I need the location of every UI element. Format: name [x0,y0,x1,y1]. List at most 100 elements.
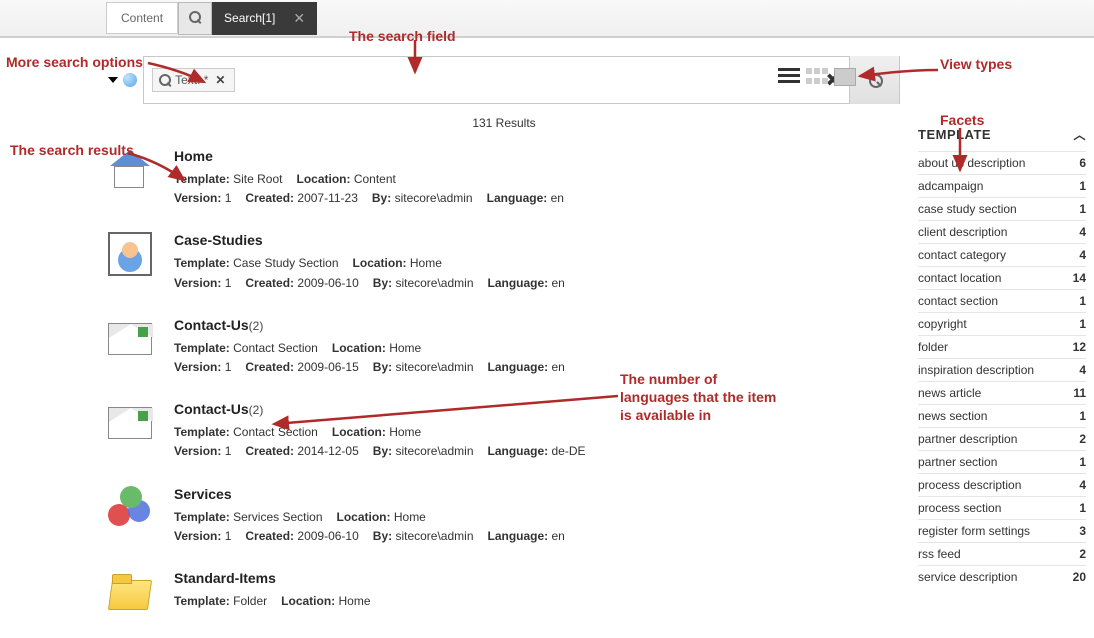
results-count: 131 Results [108,116,900,130]
tab-search-iconbtn[interactable] [178,2,212,35]
result-item[interactable]: Case-Studies Template: Case Study Section… [108,232,900,292]
facet-item[interactable]: contact section1 [918,289,1086,312]
facet-label: contact category [918,248,1006,262]
person-icon [108,232,152,276]
result-title: Contact-Us(2) [174,401,900,417]
facet-label: about us description [918,156,1025,170]
result-item[interactable]: Home Template: Site RootLocation: Content… [108,148,900,208]
facet-label: rss feed [918,547,961,561]
facet-count: 14 [1073,271,1086,285]
more-search-options-toggle[interactable] [108,73,137,87]
result-title: Services [174,486,900,502]
home-icon [108,148,152,192]
facet-item[interactable]: process section 1 [918,496,1086,519]
result-item[interactable]: Contact-Us(2)Template: Contact SectionLo… [108,317,900,377]
top-tab-bar: Content Search[1] ✕ [0,0,1094,38]
facet-item[interactable]: partner description 2 [918,427,1086,450]
circles-icon [108,486,152,530]
facet-label: register form settings [918,524,1030,538]
facet-item[interactable]: case study section1 [918,197,1086,220]
close-icon[interactable]: ✕ [293,10,305,27]
chip-remove-icon[interactable]: ✕ [212,73,228,87]
facet-count: 4 [1079,363,1086,377]
result-item[interactable]: Standard-ItemsTemplate: FolderLocation: … [108,570,900,614]
facet-count: 3 [1079,524,1086,538]
search-button[interactable] [849,56,899,104]
result-item[interactable]: Contact-Us(2) Template: Contact SectionLo… [108,401,900,461]
facet-label: case study section [918,202,1017,216]
facet-count: 1 [1079,501,1086,515]
facet-item[interactable]: adcampaign 1 [918,174,1086,197]
facet-item[interactable]: contact category4 [918,243,1086,266]
facet-label: client description [918,225,1007,239]
result-title: Contact-Us(2) [174,317,900,333]
view-type-switcher [778,68,856,86]
facet-label: service description [918,570,1017,584]
search-input[interactable] [235,57,817,103]
mail-icon [108,407,152,439]
view-grid-button[interactable] [806,68,828,86]
result-meta-line2: Version: 1Created: 2009-06-15By: sitecor… [174,358,900,377]
facet-count: 11 [1073,386,1086,400]
facet-count: 2 [1079,432,1086,446]
facet-header[interactable]: TEMPLATE ︿ [918,126,1086,151]
result-title: Home [174,148,900,164]
tab-search-label: Search[1] [224,11,275,25]
facet-item[interactable]: copyright 1 [918,312,1086,335]
facets-panel: TEMPLATE ︿ about us description6adcampai… [918,56,1086,638]
facet-count: 1 [1079,317,1086,331]
result-meta-line1: Template: Contact SectionLocation: Home [174,423,900,442]
result-meta-line2: Version: 1Created: 2007-11-23By: sitecor… [174,189,900,208]
chip-text: Text: * [175,73,208,87]
facet-item[interactable]: news section 1 [918,404,1086,427]
result-title: Case-Studies [174,232,900,248]
search-icon [159,74,171,86]
tab-content[interactable]: Content [106,2,178,34]
facet-count: 1 [1079,294,1086,308]
facet-count: 4 [1079,478,1086,492]
facet-label: contact location [918,271,1001,285]
folder-icon [108,570,152,614]
result-meta-line1: Template: Site RootLocation: Content [174,170,900,189]
view-card-button[interactable] [834,68,856,86]
facet-item[interactable]: partner section1 [918,450,1086,473]
chevron-up-icon: ︿ [1073,126,1086,143]
facet-label: partner description [918,432,1017,446]
search-icon [869,74,881,86]
facet-item[interactable]: register form settings 3 [918,519,1086,542]
tab-search-active[interactable]: Search[1] ✕ [212,2,317,35]
facet-item[interactable]: about us description6 [918,151,1086,174]
facet-label: folder [918,340,948,354]
facet-label: copyright [918,317,967,331]
result-meta-line2: Version: 1Created: 2014-12-05By: sitecor… [174,442,900,461]
facet-item[interactable]: client description 4 [918,220,1086,243]
facet-label: news article [918,386,981,400]
result-meta-line1: Template: Case Study SectionLocation: Ho… [174,254,900,273]
facet-item[interactable]: news article 11 [918,381,1086,404]
result-meta-line1: Template: Services SectionLocation: Home [174,508,900,527]
search-filter-chip[interactable]: Text: * ✕ [152,68,235,92]
result-meta-line2: Version: 1Created: 2009-06-10By: sitecor… [174,527,900,546]
facet-item[interactable]: process description 4 [918,473,1086,496]
facet-item[interactable]: service description20 [918,565,1086,588]
view-list-button[interactable] [778,68,800,86]
result-meta-line2: Version: 1Created: 2009-06-10By: sitecor… [174,274,900,293]
mail-icon [108,323,152,355]
result-item[interactable]: Services Template: Services SectionLocati… [108,486,900,546]
facet-count: 1 [1079,409,1086,423]
facet-count: 2 [1079,547,1086,561]
facet-item[interactable]: folder12 [918,335,1086,358]
facet-item[interactable]: inspiration description 4 [918,358,1086,381]
facet-label: news section [918,409,987,423]
facet-label: process section [918,501,1001,515]
facet-label: process description [918,478,1021,492]
facet-item[interactable]: rss feed 2 [918,542,1086,565]
results-list: Home Template: Site RootLocation: Content… [108,148,900,614]
facet-count: 1 [1079,179,1086,193]
facet-item[interactable]: contact location 14 [918,266,1086,289]
result-meta-line1: Template: FolderLocation: Home [174,592,900,611]
facet-label: adcampaign [918,179,983,193]
facet-count: 1 [1079,455,1086,469]
facet-label: inspiration description [918,363,1034,377]
facet-count: 4 [1079,225,1086,239]
